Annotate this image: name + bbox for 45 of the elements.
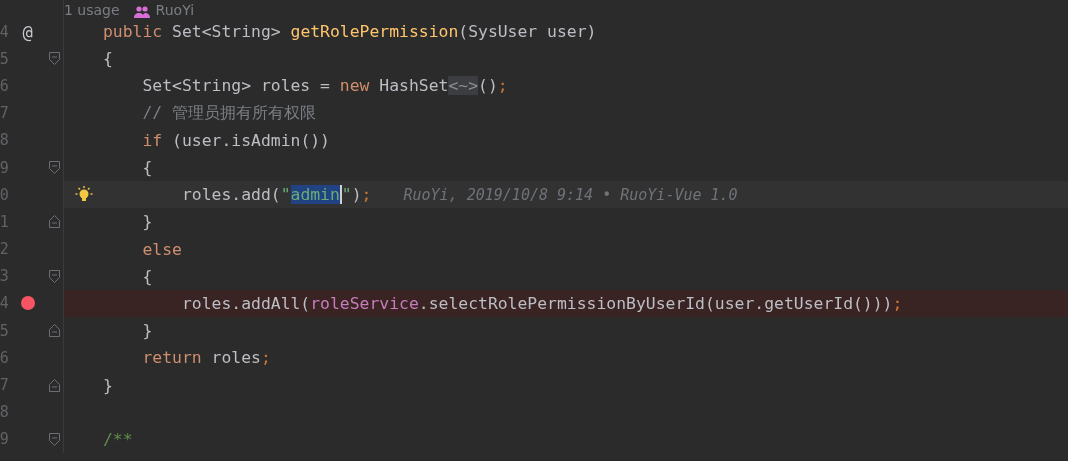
fold-icon[interactable]	[49, 215, 61, 229]
code-line: return roles;	[142, 348, 271, 368]
line-number: 1	[0, 212, 9, 231]
code-line: }	[142, 321, 153, 341]
line-number: 8	[0, 131, 9, 150]
line-number: 0	[0, 185, 9, 204]
author-hint[interactable]: RuoYi	[155, 2, 195, 18]
line-number: 5	[0, 321, 9, 340]
people-icon	[133, 6, 150, 18]
code-line: }	[103, 375, 113, 395]
line-number: 5	[0, 49, 9, 68]
line-number: 9	[0, 430, 9, 449]
breakpoint-icon[interactable]	[20, 296, 35, 311]
code-line: /**	[103, 429, 133, 449]
lightbulb-icon[interactable]	[74, 185, 93, 204]
code-line: Set<String> roles = new HashSet<~>();	[142, 76, 508, 96]
code-line: else	[142, 239, 182, 259]
line-number: 9	[0, 158, 9, 177]
line-number: 7	[0, 376, 9, 395]
code-line: {	[103, 49, 113, 69]
code-line: // 管理员拥有所有权限	[142, 102, 317, 125]
line-number: 6	[0, 76, 9, 95]
line-number: 4	[0, 294, 9, 313]
fold-icon[interactable]	[49, 324, 61, 338]
implements-icon[interactable]: @	[22, 21, 33, 42]
code-line: if (user.isAdmin())	[142, 130, 330, 150]
code-line: {	[142, 266, 153, 286]
code-line: roles.add("admin");	[181, 185, 372, 205]
fold-icon[interactable]	[49, 378, 61, 392]
code-line: roles.addAll(roleService.selectRolePermissionByUserId(user.getUserId()));	[181, 293, 903, 313]
line-number: 7	[0, 104, 9, 123]
line-number: 2	[0, 240, 9, 259]
usage-hint[interactable]: 1 usage	[64, 2, 120, 18]
code-line: }	[142, 212, 153, 232]
line-number: 8	[0, 403, 9, 422]
fold-icon[interactable]	[49, 269, 61, 283]
code-line: public Set<String> getRolePermission(SysUser user)	[103, 22, 597, 42]
line-number: 4	[0, 22, 9, 41]
fold-icon[interactable]	[49, 52, 61, 66]
fold-icon[interactable]	[49, 432, 61, 446]
line-number: 3	[0, 267, 9, 286]
fold-icon[interactable]	[49, 161, 61, 175]
code-line: {	[142, 158, 153, 178]
inline-blame: RuoYi, 2019/10/8 9:14 • RuoYi-Vue 1.0	[403, 185, 738, 204]
line-number: 6	[0, 348, 9, 367]
